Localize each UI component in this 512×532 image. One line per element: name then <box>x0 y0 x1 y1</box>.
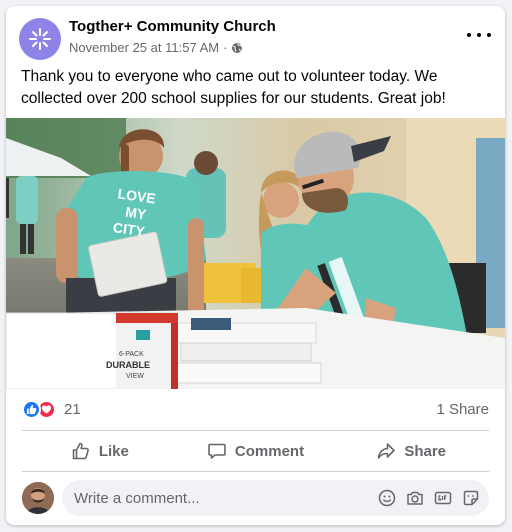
post-actions: Like Comment Share <box>22 431 489 471</box>
page-name[interactable]: Togther+ Community Church <box>69 18 276 35</box>
more-options-icon[interactable] <box>467 28 491 42</box>
like-button[interactable]: Like <box>22 431 178 471</box>
like-reaction-icon <box>22 400 41 419</box>
box-text-2: DURABLE <box>106 360 150 370</box>
post-meta: November 25 at 11:57 AM · <box>69 40 243 55</box>
comment-label: Comment <box>234 442 305 460</box>
reaction-count: 21 <box>64 401 81 418</box>
user-photo <box>22 482 54 514</box>
globe-icon[interactable] <box>231 42 243 54</box>
comment-button[interactable]: Comment <box>178 431 334 471</box>
share-arrow-icon <box>378 443 396 459</box>
comment-composer <box>22 480 489 516</box>
comment-bubble-icon <box>208 443 226 459</box>
user-avatar[interactable] <box>22 482 54 514</box>
meta-separator: · <box>223 40 228 55</box>
camera-icon[interactable] <box>405 488 425 508</box>
share-label: Share <box>404 442 447 460</box>
post-stats: 21 1 Share <box>22 398 489 420</box>
sticker-icon[interactable] <box>461 488 481 508</box>
post-card: Togther+ Community Church November 25 at… <box>6 6 505 525</box>
box-text-1: 6-PACK <box>119 351 144 358</box>
like-label: Like <box>98 442 129 460</box>
shirt-text-2: MY <box>124 204 148 223</box>
box-text-3: VIEW <box>126 373 144 380</box>
church-logo-icon <box>29 28 51 50</box>
share-button[interactable]: Share <box>333 431 489 471</box>
comment-box <box>62 480 489 516</box>
emoji-icon[interactable] <box>377 488 397 508</box>
actions-divider <box>22 471 489 472</box>
thumbs-up-icon <box>72 442 89 460</box>
comment-tools <box>377 488 481 508</box>
page-avatar[interactable] <box>19 18 61 60</box>
reactions-summary[interactable]: 21 <box>22 400 81 419</box>
post-photo[interactable]: LOVE MY CITY 6-PACK DURABLE VIEW <box>6 118 505 389</box>
post-text: Thank you to everyone who came out to vo… <box>21 68 446 107</box>
gif-icon[interactable] <box>433 488 453 508</box>
share-count[interactable]: 1 Share <box>436 401 489 418</box>
post-header: Togther+ Community Church November 25 at… <box>18 16 493 60</box>
post-timestamp[interactable]: November 25 at 11:57 AM <box>69 40 219 55</box>
volunteer-photo: LOVE MY CITY 6-PACK DURABLE VIEW <box>6 118 505 389</box>
comment-input[interactable] <box>62 480 362 516</box>
